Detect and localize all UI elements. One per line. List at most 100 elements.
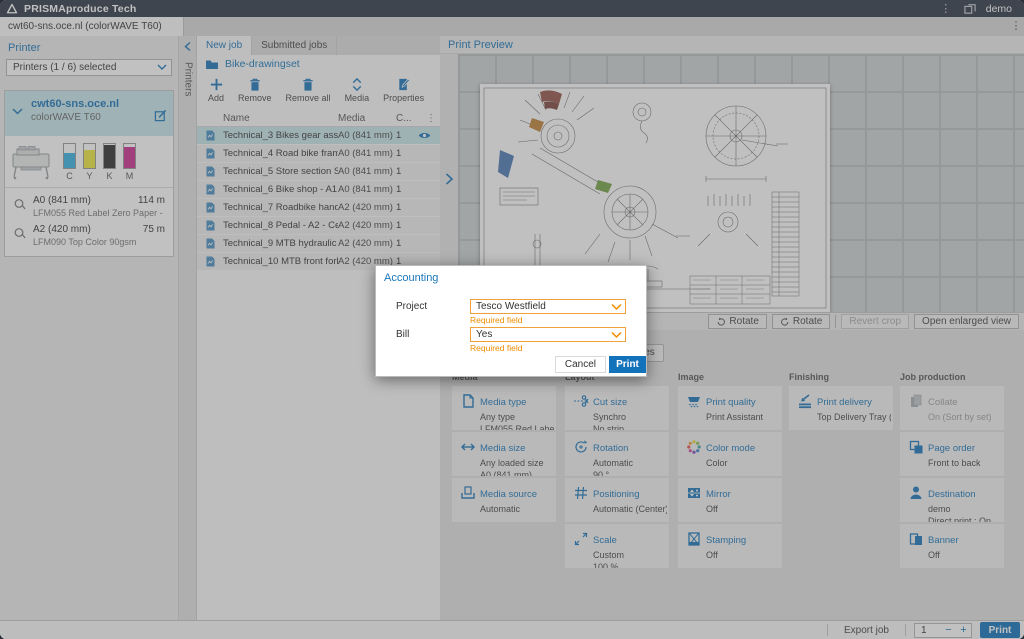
collate-icon xyxy=(904,392,928,430)
table-row[interactable]: Technical_6 Bike shop - A1 - C... A0 (84… xyxy=(197,181,440,198)
tile-scale[interactable]: Scale Custom 100 % xyxy=(565,524,669,568)
settings-column-job-production: Job production Collate On (Sort by set) … xyxy=(900,372,1004,570)
project-dropdown[interactable]: Tesco Westfield xyxy=(470,299,626,314)
tile-mirror[interactable]: Mirror Off xyxy=(678,478,782,522)
tab-submitted-jobs[interactable]: Submitted jobs xyxy=(252,36,337,55)
ink-black: K xyxy=(103,143,116,181)
column-header: Image xyxy=(678,372,782,382)
roll-size: A0 (841 mm) xyxy=(33,195,91,206)
tile-rotation[interactable]: Rotation Automatic 90 ° xyxy=(565,432,669,476)
accounting-dialog: Accounting Project Tesco Westfield Requi… xyxy=(375,265,647,377)
tile-media-type[interactable]: Media type Any type LFM055 Red Label Z..… xyxy=(452,386,556,430)
add-button[interactable]: Add xyxy=(203,75,229,105)
rotate-cw-button[interactable]: Rotate xyxy=(772,314,830,329)
document-set-name[interactable]: Bike-drawingset xyxy=(225,58,300,70)
tile-media-source[interactable]: Media source Automatic xyxy=(452,478,556,522)
bill-dropdown[interactable]: Yes xyxy=(470,327,626,342)
table-row[interactable]: Technical_5 Store section Side ... A0 (8… xyxy=(197,163,440,180)
table-row[interactable]: Technical_3 Bikes gear assemb... A0 (841… xyxy=(197,127,440,144)
tile-positioning[interactable]: Positioning Automatic (Center),N... xyxy=(565,478,669,522)
printer-window-tab[interactable]: cwt60-sns.oce.nl (colorWAVE T60) xyxy=(0,17,184,36)
tile-print-quality[interactable]: Print quality Print Assistant xyxy=(678,386,782,430)
printer-name: cwt60-sns.oce.nl xyxy=(31,98,167,110)
increase-copies-button[interactable]: + xyxy=(956,624,971,636)
tile-banner[interactable]: Banner Off xyxy=(900,524,1004,568)
decrease-copies-button[interactable]: − xyxy=(941,624,956,636)
copies-value[interactable]: 1 xyxy=(915,625,941,636)
topbar-menu-icon[interactable]: ⋮ xyxy=(938,2,954,15)
collapse-panel-icon[interactable] xyxy=(183,41,193,52)
properties-button[interactable]: Properties xyxy=(378,75,429,105)
destination-icon xyxy=(904,484,928,522)
open-enlarged-view-button[interactable]: Open enlarged view xyxy=(914,314,1019,329)
settings-column-media: Media Media type Any type LFM055 Red Lab… xyxy=(452,372,556,524)
edit-printer-icon[interactable] xyxy=(154,109,167,122)
media-source-icon xyxy=(456,484,480,522)
printer-select-dropdown[interactable]: Printers (1 / 6) selected xyxy=(6,59,172,76)
column-header: Job production xyxy=(900,372,1004,382)
scale-icon xyxy=(569,530,593,568)
print-button-bottom[interactable]: Print xyxy=(980,622,1020,638)
tile-stamping[interactable]: Stamping Off xyxy=(678,524,782,568)
tile-destination[interactable]: Destination demo Direct print : On xyxy=(900,478,1004,522)
page-order-icon xyxy=(904,438,928,476)
media-type-icon xyxy=(456,392,480,430)
media-roll[interactable]: A2 (420 mm) 75 m LFM090 Top Color 90gsm xyxy=(5,221,173,250)
bill-label: Bill xyxy=(396,329,409,340)
chevron-down-icon xyxy=(157,63,167,71)
table-menu-icon[interactable]: ⋮ xyxy=(426,113,436,124)
rotate-ccw-button[interactable]: Rotate xyxy=(708,314,766,329)
chevron-down-icon[interactable] xyxy=(12,107,23,115)
app-window: PRISMAproduce Tech ⋮ demo cwt60-sns.oce.… xyxy=(0,0,1024,639)
media-roll[interactable]: A0 (841 mm) 114 m LFM055 Red Label Zero … xyxy=(5,192,173,221)
export-job-button[interactable]: Export job xyxy=(836,625,897,636)
roll-media-name: LFM055 Red Label Zero Paper - FSC xyxy=(33,208,165,218)
table-row[interactable]: Technical_9 MTB hydraulic bra... A2 (420… xyxy=(197,235,440,252)
printer-card-header[interactable]: cwt60-sns.oce.nl colorWAVE T60 xyxy=(5,91,173,136)
copies-counter: 1 − + xyxy=(914,623,972,638)
column-name[interactable]: Name xyxy=(223,113,338,124)
print-button-dialog[interactable]: Print xyxy=(609,356,646,373)
drawing-file-icon xyxy=(197,220,223,231)
drawing-file-icon xyxy=(197,148,223,159)
chevron-down-icon xyxy=(611,331,622,339)
table-row[interactable]: Technical_7 Roadbike handle a... A2 (420… xyxy=(197,199,440,216)
remove-all-button[interactable]: Remove all xyxy=(281,75,336,105)
ink-magenta: M xyxy=(123,143,136,181)
media-size-icon xyxy=(456,438,480,476)
tile-page-order[interactable]: Page order Front to back xyxy=(900,432,1004,476)
preview-eye-icon[interactable] xyxy=(418,131,431,140)
tile-media-size[interactable]: Media size Any loaded size A0 (841 mm) xyxy=(452,432,556,476)
cancel-button[interactable]: Cancel xyxy=(555,356,606,373)
color-mode-icon xyxy=(682,438,706,476)
tabbar-menu-icon[interactable]: ⋮ xyxy=(1008,17,1024,36)
tile-color-mode[interactable]: Color mode Color xyxy=(678,432,782,476)
mirror-icon xyxy=(682,484,706,522)
tile-cut-size[interactable]: Cut size Synchro No strip xyxy=(565,386,669,430)
printer-ink-status: C Y K M xyxy=(5,136,173,188)
tile-print-delivery[interactable]: Print delivery Top Delivery Tray (TDT) xyxy=(789,386,893,430)
switch-windows-icon[interactable] xyxy=(964,3,976,14)
divider xyxy=(827,624,828,636)
print-preview-title: Print Preview xyxy=(440,36,1024,54)
printers-strip-label[interactable]: Printers xyxy=(182,62,194,96)
column-copies[interactable]: C... xyxy=(396,113,422,124)
expand-panel-icon[interactable] xyxy=(444,172,454,186)
table-row[interactable]: Technical_4 Road bike frame - ... A0 (84… xyxy=(197,145,440,162)
printer-card: cwt60-sns.oce.nl colorWAVE T60 xyxy=(4,90,174,257)
column-media[interactable]: Media xyxy=(338,113,396,124)
user-menu[interactable]: demo xyxy=(986,3,1012,15)
tab-new-job[interactable]: New job xyxy=(197,36,252,55)
roll-icon xyxy=(13,227,26,240)
divider xyxy=(905,624,906,636)
job-tabs: New job Submitted jobs xyxy=(197,36,440,55)
revert-crop-button: Revert crop xyxy=(841,314,909,329)
drawing-file-icon xyxy=(197,202,223,213)
settings-column-finishing: Finishing Print delivery Top Delivery Tr… xyxy=(789,372,893,432)
media-button[interactable]: Media xyxy=(340,75,375,105)
printer-panel-title: Printer xyxy=(0,36,178,59)
app-title: PRISMAproduce Tech xyxy=(24,3,137,15)
table-row[interactable]: Technical_8 Pedal - A2 - CeeCe... A2 (42… xyxy=(197,217,440,234)
job-toolbar: Add Remove Remove all Media Properties xyxy=(197,73,440,111)
remove-button[interactable]: Remove xyxy=(233,75,277,105)
